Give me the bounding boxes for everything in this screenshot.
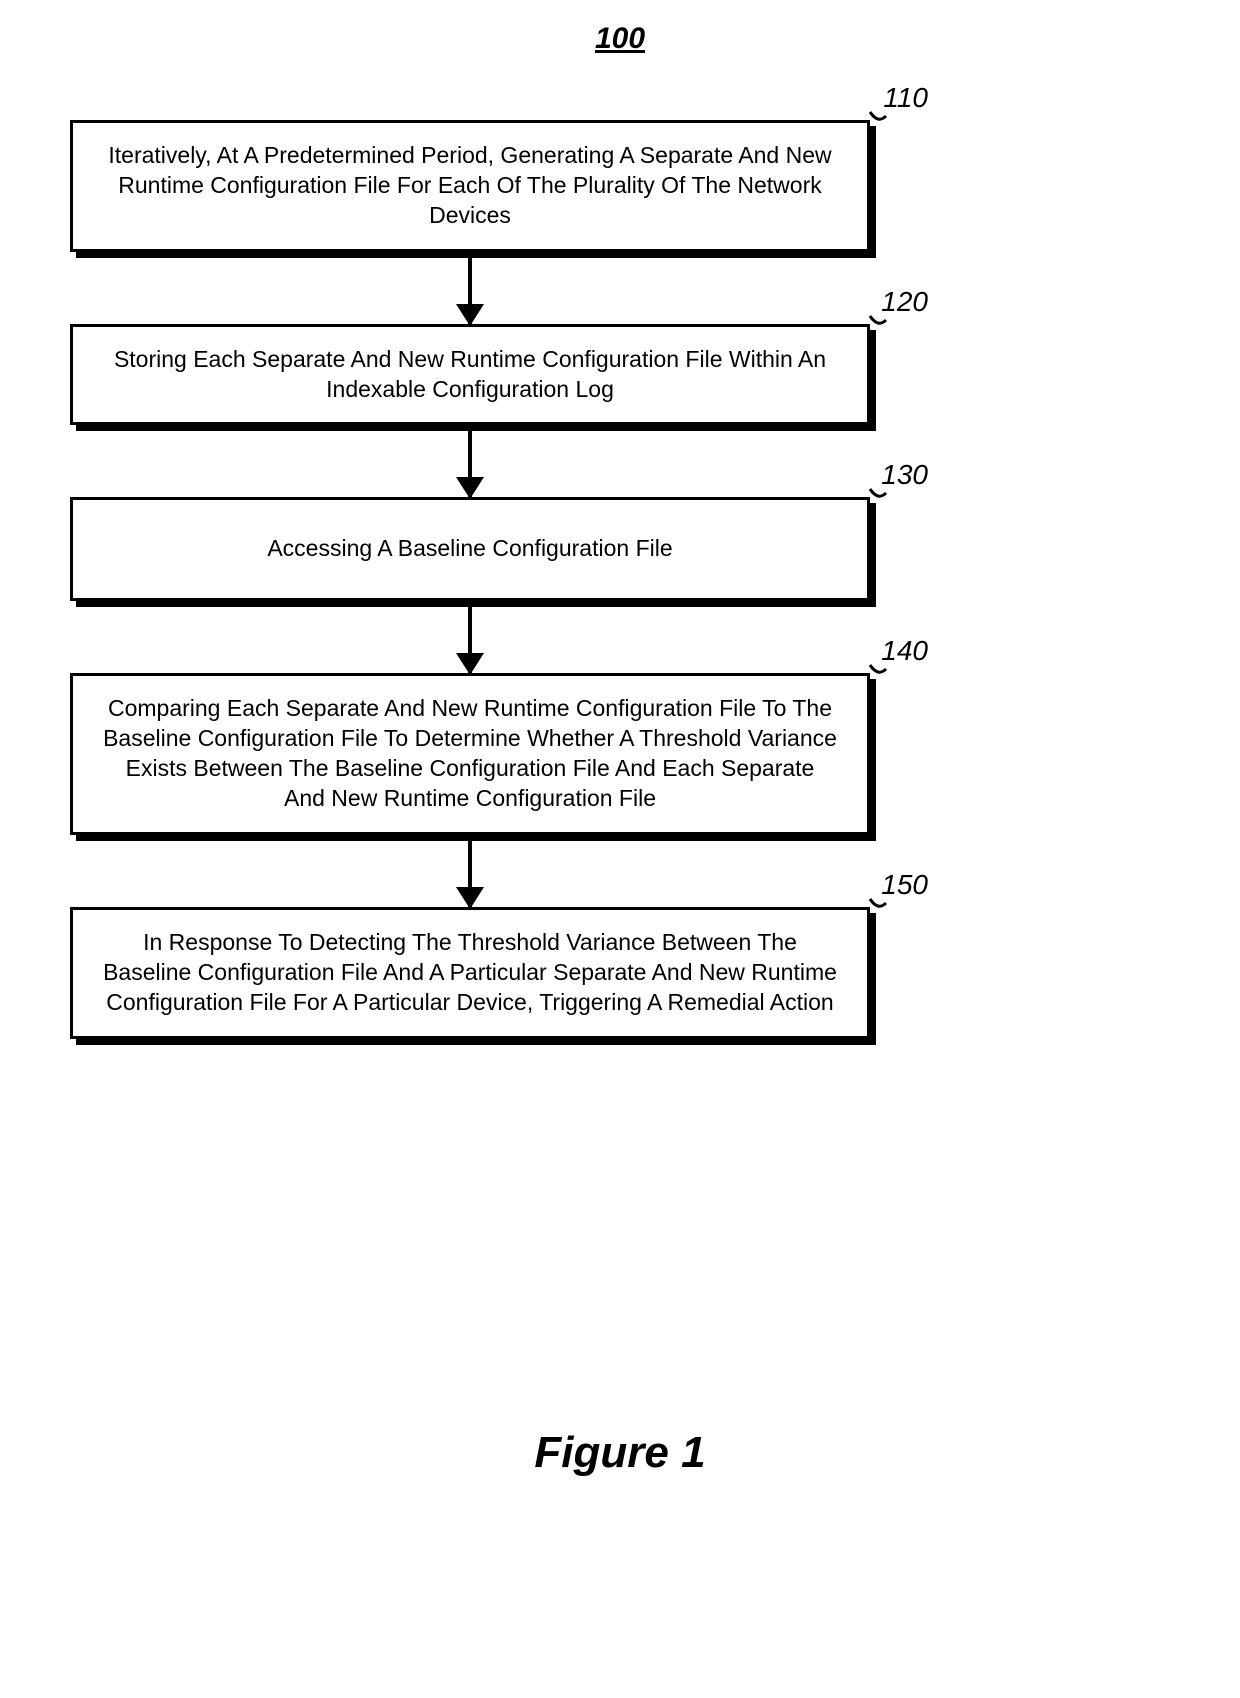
step-text: Accessing A Baseline Configuration File bbox=[267, 535, 672, 561]
flow-step: 120 Storing Each Separate And New Runtim… bbox=[70, 324, 870, 426]
flowchart: 110 Iteratively, At A Predetermined Peri… bbox=[70, 120, 870, 1039]
step-box: Comparing Each Separate And New Runtime … bbox=[70, 673, 870, 835]
step-box: Accessing A Baseline Configuration File bbox=[70, 497, 870, 601]
callout-tick-icon bbox=[868, 487, 888, 507]
step-ref-label: 130 bbox=[881, 459, 928, 491]
step-text: Iteratively, At A Predetermined Period, … bbox=[108, 142, 831, 228]
step-text: In Response To Detecting The Threshold V… bbox=[103, 929, 837, 1015]
down-arrow-icon bbox=[468, 601, 472, 673]
step-ref-label: 140 bbox=[881, 635, 928, 667]
step-box: Iteratively, At A Predetermined Period, … bbox=[70, 120, 870, 252]
callout-tick-icon bbox=[868, 663, 888, 683]
flow-step: 150 In Response To Detecting The Thresho… bbox=[70, 907, 870, 1039]
callout-tick-icon bbox=[868, 897, 888, 917]
step-box: Storing Each Separate And New Runtime Co… bbox=[70, 324, 870, 426]
callout-tick-icon bbox=[868, 110, 888, 130]
down-arrow-icon bbox=[468, 425, 472, 497]
down-arrow-icon bbox=[468, 252, 472, 324]
step-ref-label: 150 bbox=[881, 869, 928, 901]
step-ref-label: 110 bbox=[883, 82, 928, 114]
callout-tick-icon bbox=[868, 314, 888, 334]
flow-step: 110 Iteratively, At A Predetermined Peri… bbox=[70, 120, 870, 252]
down-arrow-icon bbox=[468, 835, 472, 907]
flow-step: 140 Comparing Each Separate And New Runt… bbox=[70, 673, 870, 835]
step-box: In Response To Detecting The Threshold V… bbox=[70, 907, 870, 1039]
flow-step: 130 Accessing A Baseline Configuration F… bbox=[70, 497, 870, 601]
step-ref-label: 120 bbox=[881, 286, 928, 318]
step-text: Storing Each Separate And New Runtime Co… bbox=[114, 346, 826, 402]
figure-caption: Figure 1 bbox=[534, 1428, 705, 1478]
figure-number: 100 bbox=[595, 22, 645, 56]
step-text: Comparing Each Separate And New Runtime … bbox=[103, 695, 837, 811]
